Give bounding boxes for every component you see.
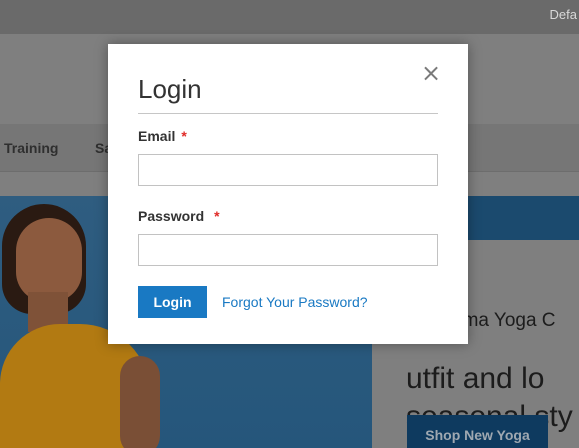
password-label: Password *	[138, 208, 220, 224]
modal-title: Login	[138, 74, 202, 104]
forgot-password-link[interactable]: Forgot Your Password?	[222, 294, 368, 310]
store-switcher-text[interactable]: Defa	[550, 7, 577, 22]
hero-title-line-1: utfit and lo	[406, 362, 545, 395]
login-modal: × Login Email * Password * Login Forgot Yo…	[108, 44, 468, 344]
title-divider	[138, 113, 438, 114]
required-mark: *	[181, 128, 187, 144]
shop-new-yoga-button[interactable]: Shop New Yoga	[407, 415, 548, 448]
email-field[interactable]	[138, 154, 438, 186]
login-button[interactable]: Login	[138, 286, 207, 318]
required-mark: *	[214, 208, 220, 224]
email-label: Email *	[138, 128, 187, 144]
password-field[interactable]	[138, 234, 438, 266]
top-header-bar: Defa	[0, 0, 579, 34]
nav-item-training[interactable]: Training	[4, 140, 58, 156]
close-icon[interactable]: ×	[420, 61, 442, 85]
